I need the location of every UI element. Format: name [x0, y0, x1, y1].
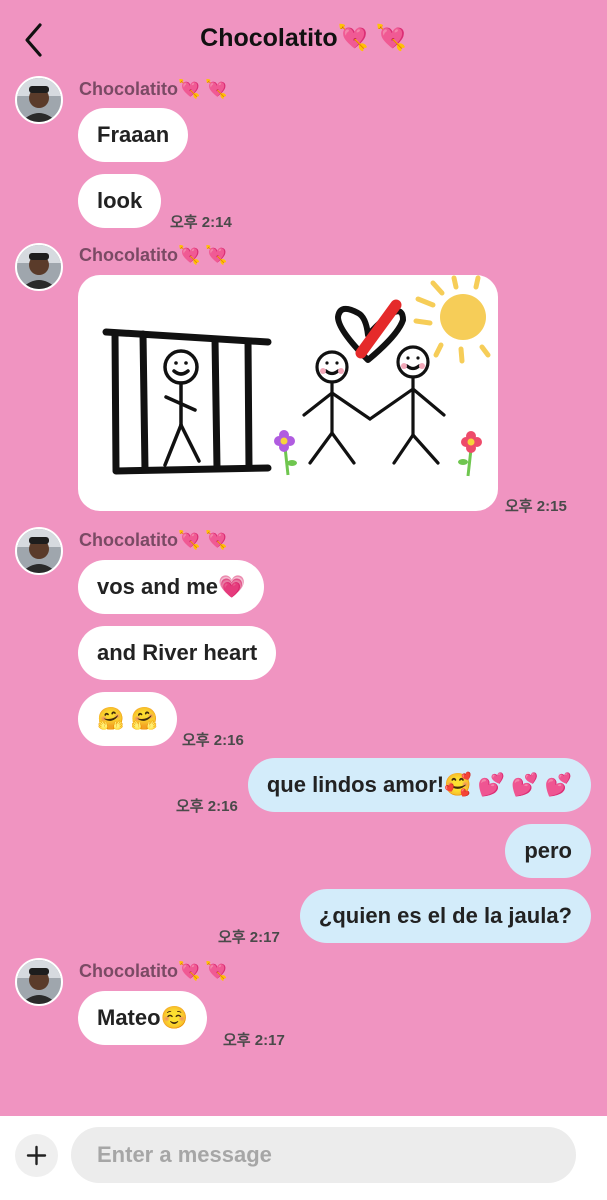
message-bubble[interactable]: ¿quien es el de la jaula?: [299, 889, 591, 943]
sender-name: Chocolatito💘 💘: [79, 961, 228, 981]
message-time: 오후 2:17: [223, 1032, 285, 1049]
stick-figure-drawing: [102, 275, 491, 477]
avatar[interactable]: [15, 527, 63, 575]
chat-screen: Chocolatito💘 💘 Chocolatito💘 💘 Fraaan loo…: [0, 0, 607, 1200]
image-message[interactable]: [78, 275, 498, 511]
message-composer: [0, 1116, 607, 1200]
attach-button[interactable]: [15, 1134, 58, 1177]
sender-name: Chocolatito💘 💘: [79, 245, 228, 265]
message-bubble[interactable]: Mateo☺️: [78, 991, 207, 1045]
message-bubble[interactable]: vos and me💗: [78, 560, 265, 614]
chat-title: Chocolatito💘 💘: [200, 24, 407, 52]
message-bubble[interactable]: pero: [505, 824, 591, 878]
message-bubble[interactable]: and River heart: [78, 626, 277, 680]
avatar[interactable]: [15, 76, 63, 124]
message-time: 오후 2:15: [505, 498, 567, 515]
plus-icon: [26, 1145, 47, 1166]
message-time: 오후 2:16: [176, 798, 238, 815]
message-time: 오후 2:14: [170, 214, 232, 231]
avatar[interactable]: [15, 958, 63, 1006]
message-time: 오후 2:16: [182, 732, 244, 749]
message-bubble[interactable]: Fraaan: [78, 108, 189, 162]
message-bubble[interactable]: 🤗 🤗: [78, 692, 177, 746]
avatar[interactable]: [15, 243, 63, 291]
chat-header: Chocolatito💘 💘: [0, 0, 607, 80]
message-bubble[interactable]: look: [78, 174, 162, 228]
message-input[interactable]: [71, 1127, 576, 1183]
message-time: 오후 2:17: [218, 929, 280, 946]
sender-name: Chocolatito💘 💘: [79, 530, 228, 550]
sender-name: Chocolatito💘 💘: [79, 79, 228, 99]
message-bubble[interactable]: que lindos amor!🥰 💕 💕 💕: [247, 758, 591, 812]
